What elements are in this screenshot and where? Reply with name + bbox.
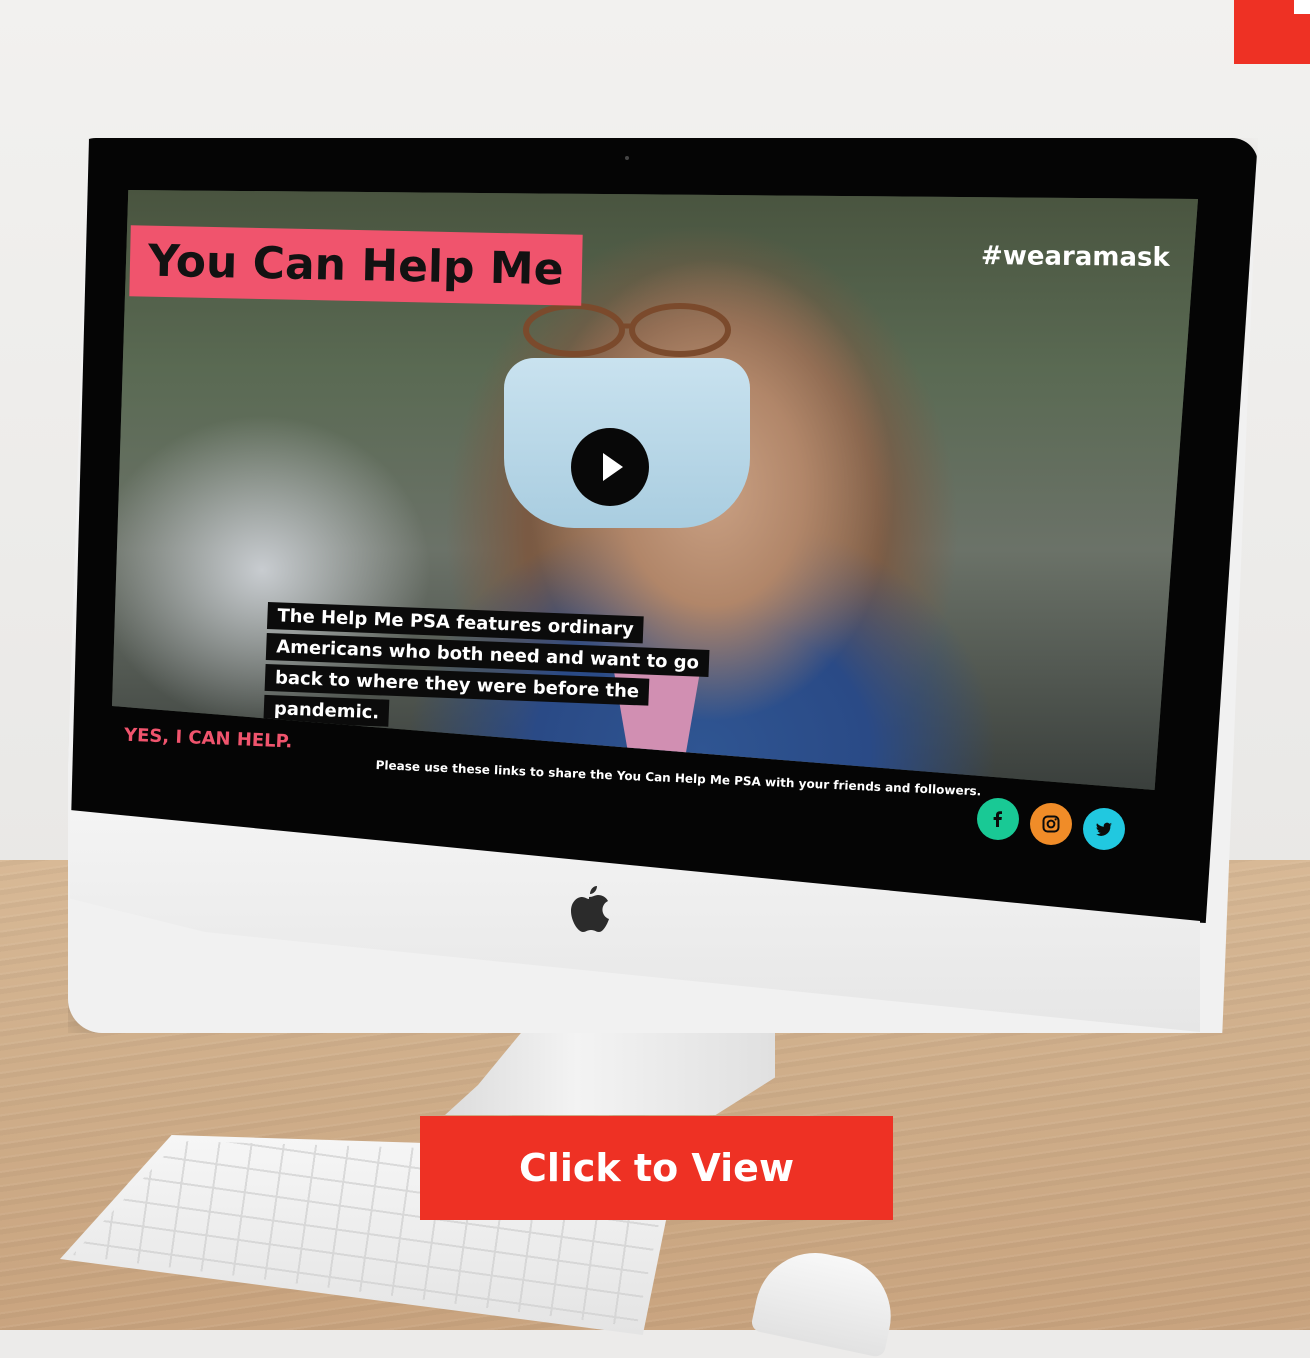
- glasses-graphic: [523, 303, 731, 357]
- click-to-view-button[interactable]: Click to View: [420, 1116, 893, 1220]
- video-screen[interactable]: You Can Help Me #wearamask The Help Me P…: [112, 190, 1198, 790]
- twitter-icon: [1096, 822, 1112, 836]
- twitter-share-button[interactable]: [1083, 808, 1125, 850]
- video-caption: The Help Me PSA features ordinary Americ…: [263, 602, 710, 743]
- facebook-share-button[interactable]: [977, 798, 1019, 840]
- corner-accent: [1234, 0, 1310, 64]
- facebook-icon: [993, 811, 1002, 827]
- camera-dot: [625, 156, 629, 160]
- hashtag-label: #wearamask: [981, 241, 1171, 273]
- apple-logo-icon: [571, 886, 609, 932]
- play-button[interactable]: [571, 428, 649, 506]
- instagram-share-button[interactable]: [1030, 803, 1072, 845]
- video-title: You Can Help Me: [129, 225, 583, 306]
- instagram-icon: [1042, 815, 1060, 833]
